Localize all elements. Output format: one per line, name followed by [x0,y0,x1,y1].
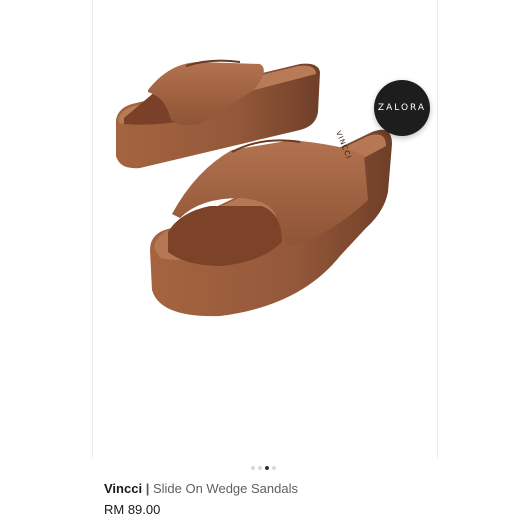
front-sandal: VINCCI [150,129,392,317]
product-page: VINCCI ZALORA Vincci | Slide On Wedge Sa… [0,0,527,527]
title-separator: | [145,481,150,496]
carousel-dot[interactable] [251,466,255,470]
carousel-dot-active[interactable] [265,466,269,470]
product-image[interactable]: VINCCI [0,0,527,460]
carousel-dot[interactable] [258,466,262,470]
badge-text: ZALORA [377,103,427,113]
zalora-badge: ZALORA [374,80,430,136]
carousel-indicator [0,466,527,472]
product-title: Vincci | Slide On Wedge Sandals [104,481,298,496]
carousel-dot[interactable] [272,466,276,470]
brand-name[interactable]: Vincci [104,481,142,496]
product-name: Slide On Wedge Sandals [152,481,298,496]
product-price: RM 89.00 [104,502,161,517]
